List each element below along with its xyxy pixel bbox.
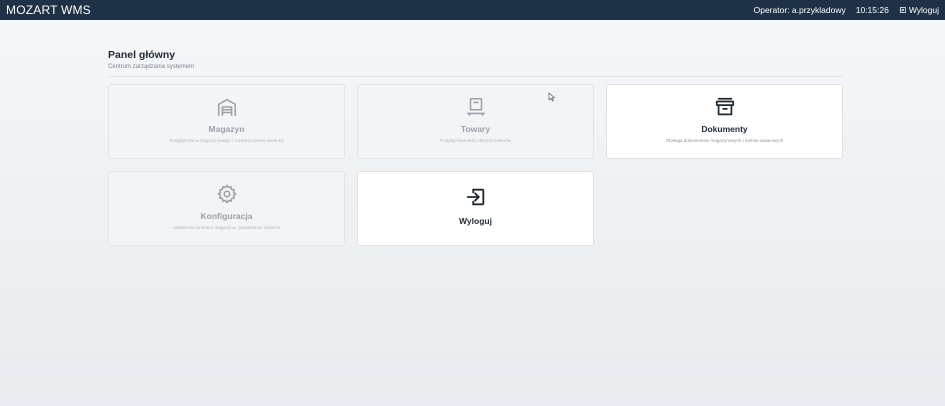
tile-title: Towary bbox=[460, 124, 491, 134]
page-title: Panel główny bbox=[108, 49, 176, 61]
tile-description: Obsługa dokumentów magazynowych i kartów… bbox=[665, 138, 784, 143]
divider bbox=[108, 76, 843, 77]
tile-dokumenty[interactable]: Dokumenty Obsługa dokumentów magazynowyc… bbox=[606, 84, 843, 159]
product-icon bbox=[465, 96, 487, 118]
logout-icon bbox=[899, 6, 907, 14]
operator-label: Operator: a.przykladowy bbox=[753, 5, 846, 15]
app-brand: MOZART WMS bbox=[6, 3, 91, 17]
gear-icon bbox=[216, 183, 238, 205]
page-subtitle: Centrum zarządzania systemem bbox=[108, 64, 195, 70]
clock: 10:15:26 bbox=[855, 5, 889, 15]
tile-description: Podgląd stanu magazynowego i rozmieszcze… bbox=[169, 138, 284, 143]
tile-konfiguracja[interactable]: Konfiguracja Ustawienia struktury magazy… bbox=[108, 171, 345, 246]
tile-title: Magazyn bbox=[208, 124, 245, 134]
tile-towary[interactable]: Towary Podgląd kartoteki i danych towaró… bbox=[357, 84, 594, 159]
header-logout-label: Wyloguj bbox=[908, 5, 939, 15]
tile-title: Wyloguj bbox=[459, 216, 492, 226]
logout-icon bbox=[465, 186, 487, 208]
top-bar: MOZART WMS Operator: a.przykladowy 10:15… bbox=[0, 0, 945, 20]
tile-wyloguj[interactable]: Wyloguj bbox=[357, 171, 594, 246]
tile-description: Podgląd kartoteki i danych towarów bbox=[440, 138, 511, 143]
archive-icon bbox=[714, 96, 736, 118]
warehouse-icon bbox=[216, 96, 238, 118]
tile-title: Konfiguracja bbox=[200, 211, 253, 221]
top-bar-right: Operator: a.przykladowy 10:15:26 Wyloguj bbox=[754, 0, 939, 20]
main-content: Panel główny Centrum zarządzania systeme… bbox=[108, 48, 843, 246]
tile-magazyn[interactable]: Magazyn Podgląd stanu magazynowego i roz… bbox=[108, 84, 345, 159]
tile-description: Ustawienia struktury magazynu i parametr… bbox=[172, 225, 281, 230]
header-logout-link[interactable]: Wyloguj bbox=[899, 0, 939, 20]
module-grid: Magazyn Podgląd stanu magazynowego i roz… bbox=[108, 84, 843, 246]
tile-title: Dokumenty bbox=[701, 124, 748, 134]
mouse-cursor-icon bbox=[548, 89, 556, 102]
